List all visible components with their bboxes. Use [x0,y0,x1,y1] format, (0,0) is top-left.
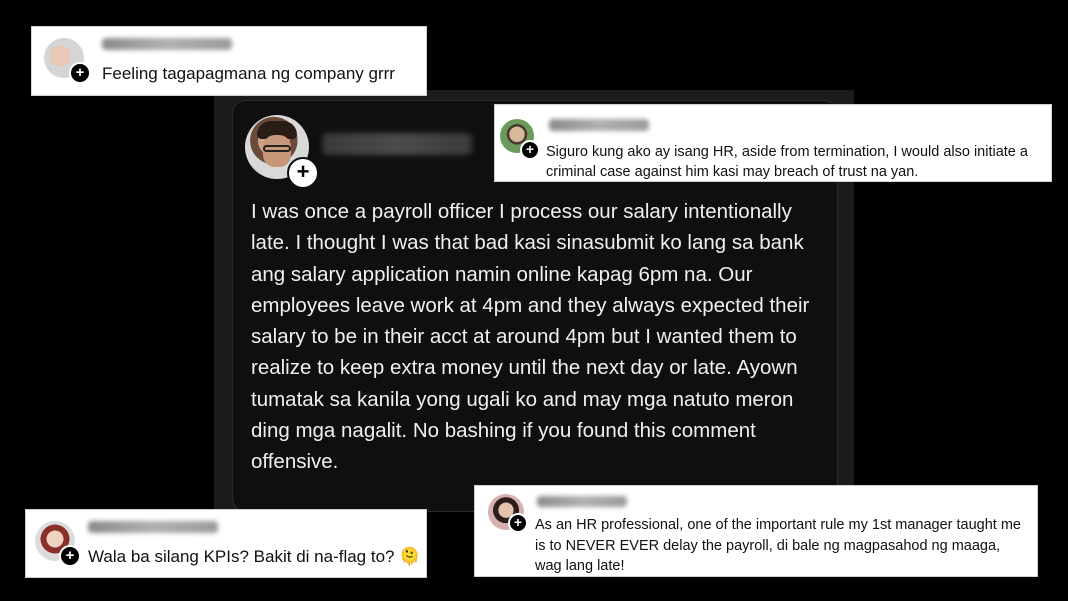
comment-card: + Feeling tagapagmana ng company grrr [31,26,427,96]
comment-text: Siguro kung ako ay isang HR, aside from … [546,144,1028,180]
follow-plus-icon[interactable]: + [520,140,540,160]
comment-text: I was once a payroll officer I process o… [251,200,810,474]
blurred-username [549,119,649,131]
comment-text: As an HR professional, one of the import… [535,517,1021,574]
follow-plus-icon[interactable]: + [508,513,528,533]
comment-card: + Siguro kung ako ay isang HR, aside fro… [494,104,1052,182]
blurred-username [102,38,232,50]
follow-plus-icon[interactable]: + [287,157,319,189]
comment-text: Feeling tagapagmana ng company grrr [102,64,395,83]
comment-card: + As an HR professional, one of the impo… [474,485,1038,577]
blurred-username [537,496,627,507]
blurred-username [322,133,472,155]
comment-card: + Wala ba silang KPIs? Bakit di na-flag … [25,509,427,578]
follow-plus-icon[interactable]: + [69,62,91,84]
blurred-username [88,521,218,533]
follow-plus-icon[interactable]: + [59,545,81,567]
comment-text: Wala ba silang KPIs? Bakit di na-flag to… [88,547,421,566]
